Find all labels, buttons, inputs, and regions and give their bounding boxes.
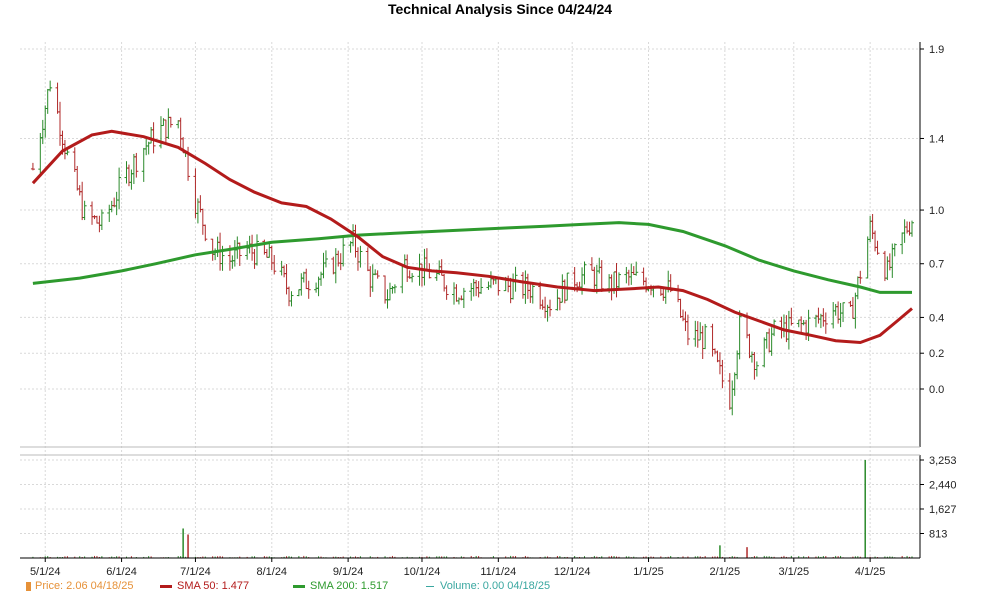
x-tick-label: 11/1/24 <box>480 566 516 578</box>
price-tick-label: 1.0 <box>929 205 944 217</box>
price-tick-label: 1.4 <box>929 133 944 145</box>
x-tick-label: 7/1/24 <box>180 566 211 578</box>
legend-sma200: SMA 200: 1.517 <box>293 580 388 592</box>
chart-svg: 1.9 1.4 1.0 0.7 0.4 0.2 0.0 3,253 2,440 1,627 813… <box>20 42 957 578</box>
chart-root: Technical Analysis Since 04/24/24 1.9 1.4… <box>0 0 1000 600</box>
x-tick-label: 2/1/25 <box>710 566 741 578</box>
volume-tick-label: 3,253 <box>929 455 957 467</box>
price-tick-label: 0.0 <box>929 384 944 396</box>
x-tick-label: 4/1/25 <box>855 566 886 578</box>
x-gridlines <box>44 42 871 558</box>
price-tick-label: 0.2 <box>929 348 944 360</box>
price-tick-label: 0.4 <box>929 312 944 324</box>
volume-swatch-icon <box>426 585 434 587</box>
price-tick-label: 1.9 <box>929 44 944 56</box>
volume-tick-labels: 3,253 2,440 1,627 813 <box>929 455 957 541</box>
legend-sma50: SMA 50: 1.477 <box>160 580 249 592</box>
legend-price: Price: 2.06 04/18/25 <box>26 580 133 592</box>
sma50-swatch-icon <box>160 584 172 588</box>
x-tick-label: 10/1/24 <box>404 566 441 578</box>
volume-tick-label: 813 <box>929 529 947 541</box>
x-tick-label: 5/1/24 <box>30 566 61 578</box>
price-tick-labels: 1.9 1.4 1.0 0.7 0.4 0.2 0.0 <box>929 44 944 396</box>
legend-volume: Volume: 0.00 04/18/25 <box>426 580 550 592</box>
sma200-swatch-icon <box>293 584 305 588</box>
legend-sma200-label: SMA 200: 1.517 <box>310 580 389 592</box>
x-tick-labels: 5/1/24 6/1/24 7/1/24 8/1/24 9/1/24 10/1/24 11/… <box>30 566 885 578</box>
x-tick-label: 8/1/24 <box>256 566 287 578</box>
price-swatch-icon <box>26 581 31 591</box>
x-tick-label: 12/1/24 <box>554 566 591 578</box>
price-candles <box>30 80 914 416</box>
volume-tick-label: 2,440 <box>929 479 957 491</box>
legend-price-label: Price: 2.06 04/18/25 <box>35 580 134 592</box>
price-tick-label: 0.7 <box>929 259 944 271</box>
x-tick-label: 6/1/24 <box>106 566 137 578</box>
volume-gridlines <box>20 459 920 535</box>
x-tick-label: 9/1/24 <box>333 566 364 578</box>
x-tick-label: 3/1/25 <box>779 566 810 578</box>
volume-tick-label: 1,627 <box>929 504 957 516</box>
sma200-line <box>32 221 912 294</box>
legend-sma50-label: SMA 50: 1.477 <box>177 580 250 592</box>
legend-volume-label: Volume: 0.00 04/18/25 <box>440 580 551 592</box>
sma50-line <box>31 129 913 345</box>
price-gridlines <box>20 48 920 390</box>
x-tick-label: 1/1/25 <box>633 566 664 578</box>
